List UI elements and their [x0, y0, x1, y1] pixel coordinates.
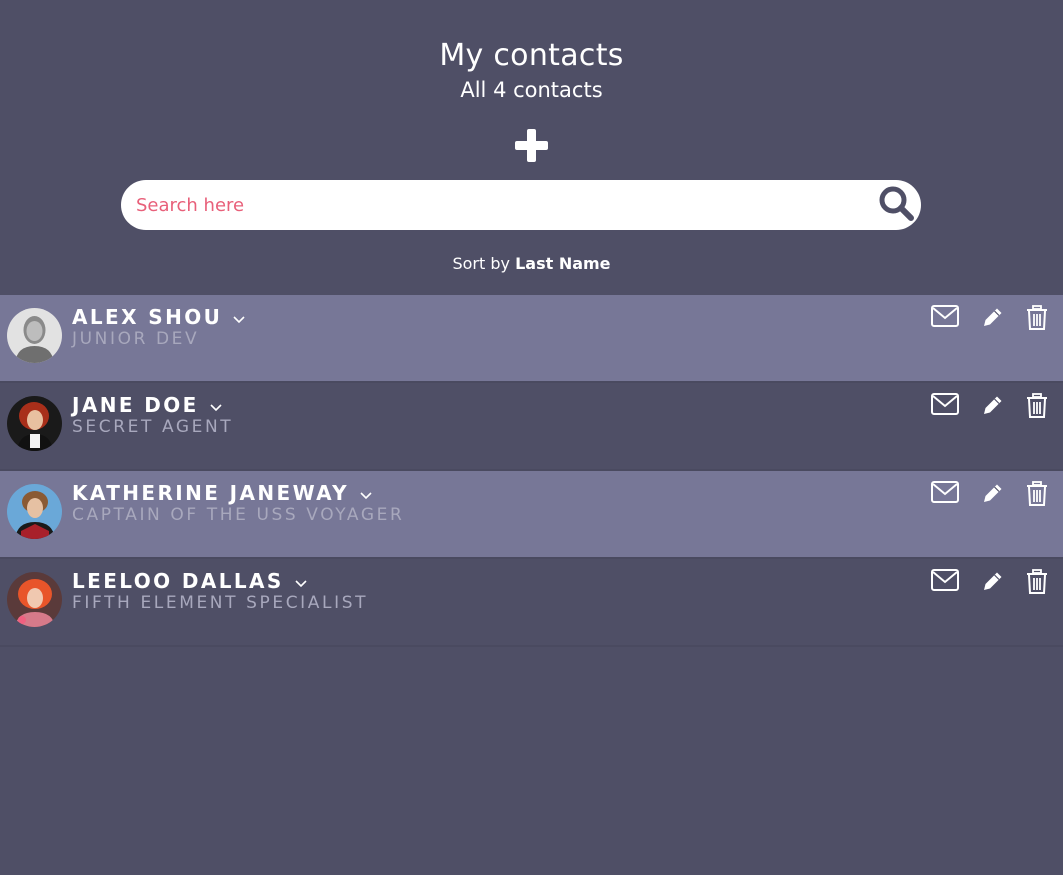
- row-actions: [923, 481, 1063, 509]
- contact-name: Leeloo Dallas: [72, 569, 284, 593]
- contact-role: Secret Agent: [72, 417, 234, 437]
- add-contact-button[interactable]: [515, 129, 548, 162]
- avatar: [7, 396, 62, 451]
- sort-label: Sort by: [452, 254, 510, 273]
- trash-icon[interactable]: [1026, 569, 1048, 595]
- trash-icon[interactable]: [1026, 305, 1048, 331]
- pencil-icon[interactable]: [981, 393, 1005, 417]
- pencil-icon[interactable]: [981, 569, 1005, 593]
- contact-name-line: Jane Doe: [72, 393, 222, 417]
- contact-name: Katherine Janeway: [72, 481, 350, 505]
- envelope-icon[interactable]: [931, 305, 959, 327]
- avatar: [7, 572, 62, 627]
- contact-name-line: Katherine Janeway: [72, 481, 372, 505]
- pencil-icon[interactable]: [981, 305, 1005, 329]
- row-actions: [923, 393, 1063, 421]
- contact-name-line: Leeloo Dallas: [72, 569, 307, 593]
- search-bar: [121, 180, 921, 230]
- sort-value[interactable]: Last Name: [515, 254, 610, 273]
- avatar: [7, 308, 62, 363]
- contact-row[interactable]: Jane Doe Secret Agent: [0, 383, 1063, 471]
- page-title: My contacts: [439, 38, 624, 73]
- contact-row[interactable]: Leeloo Dallas Fifth Element Specialist: [0, 559, 1063, 647]
- sort-control: Sort by Last Name: [0, 253, 1063, 275]
- trash-icon[interactable]: [1026, 481, 1048, 507]
- chevron-down-icon[interactable]: [233, 315, 245, 324]
- contact-role: Captain of the USS Voyager: [72, 505, 405, 525]
- search-icon[interactable]: [877, 184, 917, 224]
- contact-name: Jane Doe: [72, 393, 199, 417]
- envelope-icon[interactable]: [931, 569, 959, 591]
- envelope-icon[interactable]: [931, 481, 959, 503]
- chevron-down-icon[interactable]: [210, 403, 222, 412]
- contact-list: Alex Shou Junior Dev: [0, 295, 1063, 647]
- row-actions: [923, 569, 1063, 597]
- contact-name: Alex Shou: [72, 305, 223, 329]
- contacts-count: All 4 contacts: [460, 78, 603, 102]
- contact-role: Fifth Element Specialist: [72, 593, 369, 613]
- contact-role: Junior Dev: [72, 329, 200, 349]
- avatar: [7, 484, 62, 539]
- trash-icon[interactable]: [1026, 393, 1048, 419]
- contact-name-line: Alex Shou: [72, 305, 245, 329]
- contact-row[interactable]: Katherine Janeway Captain of the USS Voy…: [0, 471, 1063, 559]
- envelope-icon[interactable]: [931, 393, 959, 415]
- pencil-icon[interactable]: [981, 481, 1005, 505]
- search-input[interactable]: [136, 188, 856, 222]
- row-actions: [923, 305, 1063, 333]
- contacts-page: My contacts All 4 contacts Sort by Last …: [0, 0, 1063, 875]
- chevron-down-icon[interactable]: [295, 579, 307, 588]
- chevron-down-icon[interactable]: [360, 491, 372, 500]
- contact-row[interactable]: Alex Shou Junior Dev: [0, 295, 1063, 383]
